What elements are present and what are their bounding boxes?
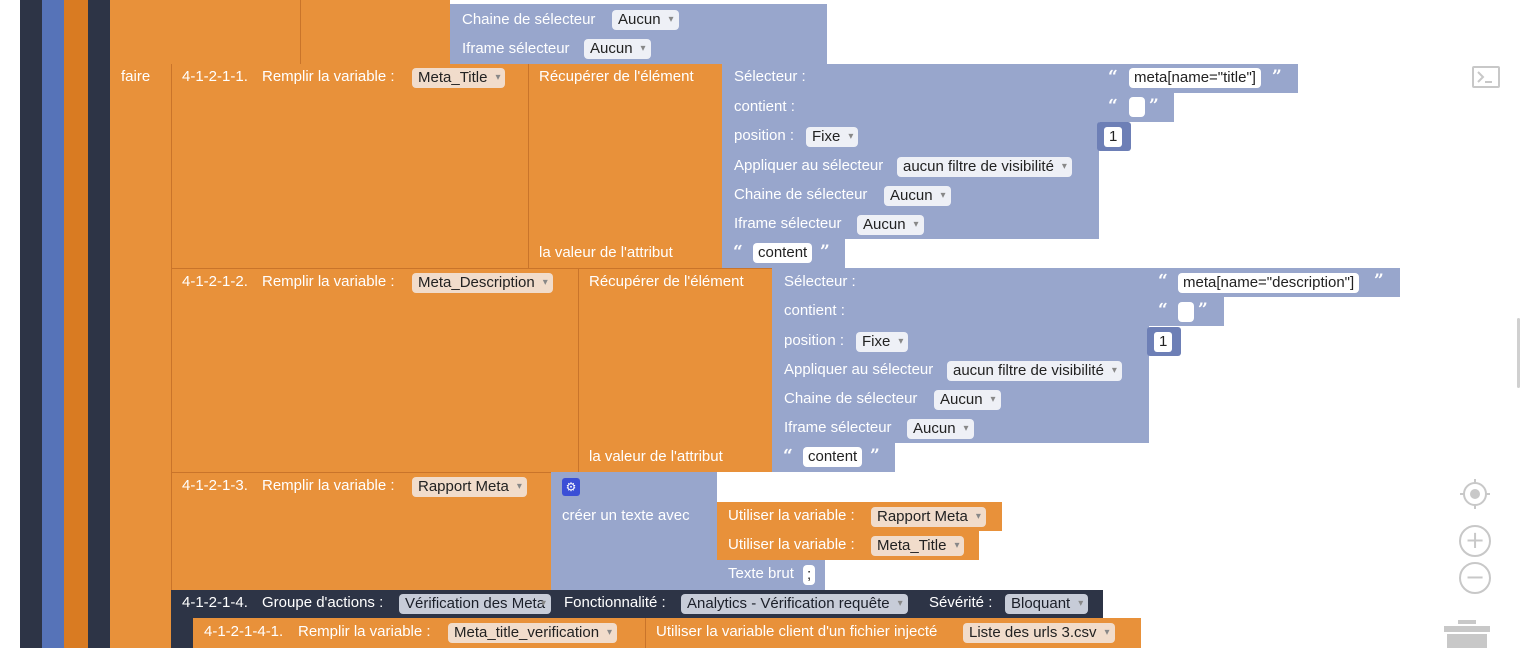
top-iframe-label: Iframe sélecteur [462,40,570,57]
step2-selecteur-label: Sélecteur : [784,273,856,290]
step2-appliquer-label: Appliquer au sélecteur [784,361,934,378]
trash-icon[interactable] [1444,620,1490,648]
step1-position-number[interactable]: 1 [1104,127,1123,147]
step1-contient-label: contient : [734,98,795,115]
step2-block[interactable] [171,268,579,472]
step1-iframe-label: Iframe sélecteur [734,215,842,232]
step3-variable-dropdown[interactable]: Rapport Meta [412,477,527,497]
step3-brut-label: Texte brut [728,565,794,582]
step1-recuperer-block[interactable] [528,64,722,268]
step2-recuperer-label: Récupérer de l'élément [589,273,744,290]
quote-open-icon: “ [1108,67,1118,87]
nesting-bar-orange [64,0,88,648]
step3-remplir-label: Remplir la variable : [262,477,395,494]
quote-open-icon: “ [1158,271,1168,291]
step3-brut-input[interactable]: ; [803,565,816,585]
step2-chaine-dropdown[interactable]: Aucun [934,390,1001,410]
step1-chaine-label: Chaine de sélecteur [734,186,868,203]
quote-close-icon: ” [1374,271,1384,291]
step2-selecteur-input[interactable]: meta[name="description"] [1178,273,1360,293]
step2-position-number[interactable]: 1 [1154,332,1173,352]
step3-use1-label: Utiliser la variable : [728,507,855,524]
step2-num: 4-1-2-1-2. [182,273,248,290]
step1-attribut-input[interactable]: content [753,243,813,263]
nesting-bar-dark-2 [88,0,110,648]
step1-recuperer-label: Récupérer de l'élément [539,68,694,85]
step2-remplir-label: Remplir la variable : [262,273,395,290]
step2-position-dropdown[interactable]: Fixe [856,332,909,352]
step41-remplir-label: Remplir la variable : [298,623,431,640]
step4-sev-dropdown[interactable]: Bloquant [1005,594,1089,614]
step1-appliquer-label: Appliquer au sélecteur [734,157,884,174]
step3-use2-dropdown[interactable]: Meta_Title [871,536,965,556]
step2-iframe-label: Iframe sélecteur [784,419,892,436]
quote-open-icon: “ [1108,96,1118,116]
step1-attribut-label: la valeur de l'attribut [539,244,673,261]
step2-appliquer-dropdown[interactable]: aucun filtre de visibilité [947,361,1122,381]
step1-selector-block[interactable] [722,64,1099,239]
faire-label: faire [121,68,151,85]
step1-position-dropdown[interactable]: Fixe [806,127,859,147]
zoom-out-icon[interactable]: − [1459,562,1491,594]
step1-selecteur-label: Sélecteur : [734,68,806,85]
step2-variable-dropdown[interactable]: Meta_Description [412,273,553,293]
quote-open-icon: “ [733,242,743,262]
step2-contient-input[interactable] [1178,302,1194,322]
quote-close-icon: ” [820,242,830,262]
step1-chaine-dropdown[interactable]: Aucun [884,186,951,206]
quote-close-icon: ” [870,446,880,466]
step3-use1-dropdown[interactable]: Rapport Meta [871,507,986,527]
step2-selector-block[interactable] [772,268,1149,443]
quote-close-icon: ” [1198,300,1208,320]
quote-close-icon: ” [1149,96,1159,116]
nesting-bar-blue [42,0,64,648]
nesting-bar-dark-1 [20,0,42,648]
step41-variable-dropdown[interactable]: Meta_title_verification [448,623,618,643]
step1-selecteur-input[interactable]: meta[name="title"] [1129,68,1261,88]
console-icon[interactable] [1472,66,1500,88]
step1-position-label: position : [734,127,795,144]
zoom-in-icon[interactable]: + [1459,525,1491,557]
step1-appliquer-dropdown[interactable]: aucun filtre de visibilité [897,157,1072,177]
step1-remplir-label: Remplir la variable : [262,68,395,85]
step41-client-dropdown[interactable]: Liste des urls 3.csv [963,623,1115,643]
recenter-icon[interactable] [1459,478,1491,510]
step1-iframe-dropdown[interactable]: Aucun [857,215,924,235]
step41-client-label: Utiliser la variable client d'un fichier… [656,623,938,640]
step1-contient-input[interactable] [1129,97,1145,117]
step2-iframe-dropdown[interactable]: Aucun [907,419,974,439]
step4-num: 4-1-2-1-4. [182,594,248,611]
step3-num: 4-1-2-1-3. [182,477,248,494]
top-chaine-dropdown[interactable]: Aucun [612,10,679,30]
divider [300,0,301,64]
step4-groupe-label: Groupe d'actions : [262,594,384,611]
step4-groupe-input[interactable]: Vérification des Meta [399,594,552,614]
step2-attribut-input[interactable]: content [803,447,863,467]
step1-variable-dropdown[interactable]: Meta_Title [412,68,506,88]
step4-sev-label: Sévérité : [929,594,993,611]
step1-block[interactable] [171,64,529,268]
step3-creer-label: créer un texte avec [562,507,690,524]
quote-open-icon: “ [1158,300,1168,320]
step1-num: 4-1-2-1-1. [182,68,248,85]
quote-open-icon: “ [783,446,793,466]
quote-close-icon: ” [1272,67,1282,87]
top-chaine-label: Chaine de sélecteur [462,11,596,28]
step2-chaine-label: Chaine de sélecteur [784,390,918,407]
gear-icon[interactable]: ⚙ [562,478,580,496]
top-iframe-dropdown[interactable]: Aucun [584,39,651,59]
step2-attribut-label: la valeur de l'attribut [589,448,723,465]
step4-fonc-label: Fonctionnalité : [564,594,666,611]
step2-recuperer-block[interactable] [578,268,772,472]
step2-contient-label: contient : [784,302,845,319]
step41-num: 4-1-2-1-4-1. [204,623,284,640]
step4-fonc-dropdown[interactable]: Analytics - Vérification requête [681,594,908,614]
step2-position-label: position : [784,332,845,349]
step3-use2-label: Utiliser la variable : [728,536,855,553]
